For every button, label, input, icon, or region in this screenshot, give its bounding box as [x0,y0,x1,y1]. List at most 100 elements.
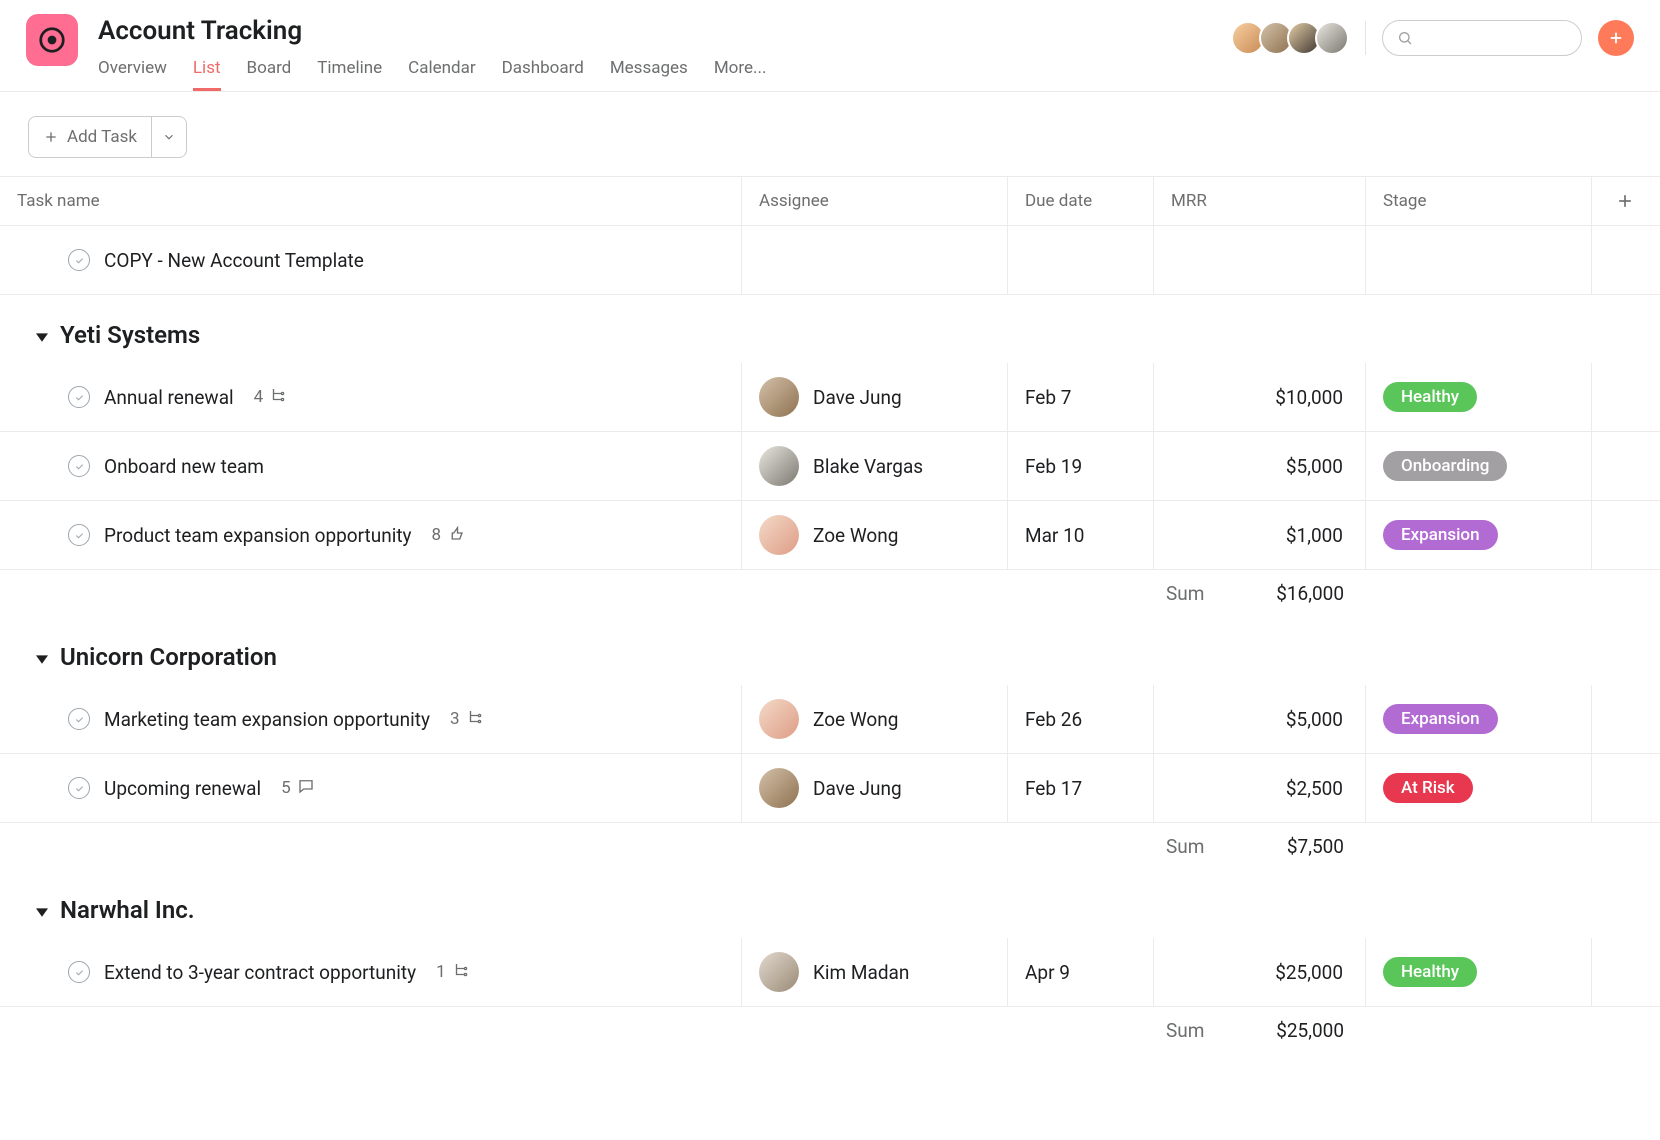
task-row[interactable]: COPY - New Account Template [0,226,1660,295]
project-members[interactable] [1237,21,1349,55]
tab-messages[interactable]: Messages [610,58,688,91]
tab-list[interactable]: List [193,58,221,91]
mrr-cell[interactable]: $5,000 [1154,432,1366,500]
tab-timeline[interactable]: Timeline [317,58,382,91]
task-name-cell[interactable]: Annual renewal4 [0,363,742,431]
mrr-cell[interactable]: $1,000 [1154,501,1366,569]
row-actions [1592,226,1658,294]
check-icon [74,783,85,794]
mrr-cell[interactable]: $10,000 [1154,363,1366,431]
task-name-cell[interactable]: Marketing team expansion opportunity3 [0,685,742,753]
mrr-cell[interactable] [1154,226,1366,294]
task-name-cell[interactable]: Onboard new team [0,432,742,500]
project-title: Account Tracking [98,16,1237,46]
assignee-cell[interactable]: Blake Vargas [742,432,1008,500]
header: Account Tracking Overview List Board Timeli… [0,0,1660,92]
assignee-cell[interactable]: Dave Jung [742,363,1008,431]
task-name-cell[interactable]: Product team expansion opportunity8 [0,501,742,569]
mrr-cell[interactable]: $25,000 [1154,938,1366,1006]
due-cell[interactable]: Feb 26 [1008,685,1154,753]
global-add-button[interactable] [1598,20,1634,56]
stage-pill: Expansion [1383,704,1498,734]
stage-cell[interactable]: Healthy [1366,938,1592,1006]
task-grid: Task name Assignee Due date MRR Stage CO… [0,176,1660,1054]
stage-cell[interactable]: Healthy [1366,363,1592,431]
assignee-cell[interactable]: Zoe Wong [742,501,1008,569]
assignee-cell[interactable]: Zoe Wong [742,685,1008,753]
tab-more[interactable]: More... [714,58,767,91]
subtask-icon [466,708,484,731]
stage-cell[interactable] [1366,226,1592,294]
tab-calendar[interactable]: Calendar [408,58,475,91]
task-name-cell[interactable]: Extend to 3-year contract opportunity1 [0,938,742,1006]
section-header[interactable]: Narwhal Inc. [0,870,1660,938]
stage-pill: Expansion [1383,520,1498,550]
task-row[interactable]: Extend to 3-year contract opportunity1Ki… [0,938,1660,1007]
complete-toggle[interactable] [68,524,90,546]
stage-cell[interactable]: Onboarding [1366,432,1592,500]
due-cell[interactable]: Feb 19 [1008,432,1154,500]
avatar [759,377,799,417]
col-mrr[interactable]: MRR [1154,177,1366,225]
task-row[interactable]: Product team expansion opportunity8Zoe W… [0,501,1660,570]
stage-cell[interactable]: Expansion [1366,501,1592,569]
tab-overview[interactable]: Overview [98,58,167,91]
subtask-icon [452,961,470,984]
task-name-cell[interactable]: Upcoming renewal5 [0,754,742,822]
tab-dashboard[interactable]: Dashboard [502,58,584,91]
add-column-button[interactable] [1592,177,1658,225]
task-name-cell[interactable]: COPY - New Account Template [0,226,742,294]
mrr-value: $1,000 [1286,524,1343,547]
add-task-dropdown[interactable] [152,117,186,157]
task-title: Annual renewal [104,386,234,409]
task-row[interactable]: Marketing team expansion opportunity3Zoe… [0,685,1660,754]
complete-toggle[interactable] [68,455,90,477]
complete-toggle[interactable] [68,386,90,408]
search-input[interactable] [1382,20,1582,56]
section-sum-row: Sum$16,000 [0,570,1660,617]
section-header[interactable]: Unicorn Corporation [0,617,1660,685]
tab-board[interactable]: Board [247,58,292,91]
due-cell[interactable]: Feb 7 [1008,363,1154,431]
col-task[interactable]: Task name [0,177,742,225]
meta-count: 1 [436,962,446,982]
stage-pill: Onboarding [1383,451,1507,481]
complete-toggle[interactable] [68,708,90,730]
task-row[interactable]: Annual renewal4Dave JungFeb 7$10,000Heal… [0,363,1660,432]
task-row[interactable]: Upcoming renewal5 Dave Jung Feb 17$2,500At… [0,754,1660,823]
check-icon [74,392,85,403]
complete-toggle[interactable] [68,961,90,983]
due-cell[interactable]: Apr 9 [1008,938,1154,1006]
col-due[interactable]: Due date [1008,177,1154,225]
avatar[interactable] [1315,21,1349,55]
stage-cell[interactable]: Expansion [1366,685,1592,753]
check-icon [74,530,85,541]
assignee-cell[interactable] [742,226,1008,294]
assignee-name: Dave Jung [813,777,902,800]
sum-label: Sum [1166,582,1204,605]
mrr-cell[interactable]: $2,500 [1154,754,1366,822]
col-stage[interactable]: Stage [1366,177,1592,225]
meta-count: 5 [281,778,291,798]
due-cell[interactable]: Mar 10 [1008,501,1154,569]
due-cell[interactable]: Feb 17 [1008,754,1154,822]
assignee-cell[interactable]: Dave Jung [742,754,1008,822]
mrr-cell[interactable]: $5,000 [1154,685,1366,753]
complete-toggle[interactable] [68,249,90,271]
add-task-main[interactable]: Add Task [29,117,152,157]
add-task-label: Add Task [67,127,137,147]
task-row[interactable]: Onboard new team Blake VargasFeb 19$5,000… [0,432,1660,501]
complete-toggle[interactable] [68,777,90,799]
stage-cell[interactable]: At Risk [1366,754,1592,822]
section-name: Yeti Systems [60,321,200,349]
sum-label: Sum [1166,1019,1204,1042]
mrr-value: $25,000 [1275,961,1343,984]
section-header[interactable]: Yeti Systems [0,295,1660,363]
row-actions [1592,363,1658,431]
assignee-cell[interactable]: Kim Madan [742,938,1008,1006]
caret-down-icon [36,321,48,349]
task-title: Onboard new team [104,455,264,478]
add-task-button[interactable]: Add Task [28,116,187,158]
due-cell[interactable] [1008,226,1154,294]
col-assignee[interactable]: Assignee [742,177,1008,225]
